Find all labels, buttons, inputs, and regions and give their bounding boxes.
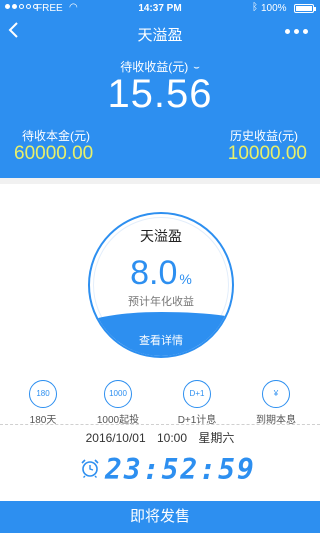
more-dots-icon (285, 29, 290, 34)
rate-label: 预计年化收益 (128, 296, 194, 308)
product-circle[interactable]: 天溢盈 8.0% 预计年化收益 查看详情 (88, 212, 234, 358)
view-details-link[interactable]: 查看详情 (90, 332, 232, 348)
status-bar: FREE ◠ 14:37 PM ᛒ 100% (0, 0, 320, 17)
bluetooth-icon: ᛒ (252, 2, 258, 13)
summary-header: FREE ◠ 14:37 PM ᛒ 100% 天溢盈 待收收益(元) ⌣ 15.5… (0, 0, 320, 178)
coins-icon: ¥ (262, 380, 290, 408)
alarm-clock-icon (81, 459, 99, 478)
countdown-panel: 2016/10/01 10:00 星期六 23:52:59 (0, 424, 320, 501)
release-datetime: 2016/10/01 10:00 星期六 (0, 429, 320, 446)
feature-min-invest: 1000 1000起投 (88, 380, 148, 426)
release-time: 10:00 (157, 431, 188, 445)
feature-list: 180 180天 1000 1000起投 D+1 D+1计息 ¥ 到期本息 (0, 380, 320, 426)
release-date: 2016/10/01 (85, 431, 146, 445)
rate-value: 8.0 (130, 254, 178, 292)
page-title: 天溢盈 (137, 27, 183, 44)
countdown-timer: 23:52:59 (105, 453, 256, 486)
pending-income-value: 15.56 (107, 72, 213, 116)
more-button[interactable] (285, 24, 308, 34)
product-name: 天溢盈 (140, 228, 182, 244)
history-income-value: 10000.00 (227, 143, 307, 164)
interest-icon: D+1 (183, 380, 211, 408)
release-weekday: 星期六 (198, 431, 235, 445)
pending-principal-label: 待收本金(元) (22, 129, 90, 143)
pending-principal-value: 60000.00 (14, 143, 94, 164)
feature-term: 180 180天 (13, 380, 73, 426)
coming-soon-button[interactable]: 即将发售 (0, 501, 320, 533)
feature-repayment: ¥ 到期本息 (246, 380, 306, 426)
countdown-row: 23:52:59 (0, 453, 320, 486)
rate-unit: % (179, 271, 192, 287)
history-income-label: 历史收益(元) (230, 129, 298, 143)
feature-interest-start: D+1 D+1计息 (167, 380, 227, 426)
money-icon: 1000 (104, 380, 132, 408)
annual-rate: 8.0% (90, 254, 232, 293)
calendar-icon: 180 (29, 380, 57, 408)
battery-icon (294, 4, 316, 13)
battery-percent: 100% (261, 3, 287, 14)
section-divider (0, 178, 320, 184)
